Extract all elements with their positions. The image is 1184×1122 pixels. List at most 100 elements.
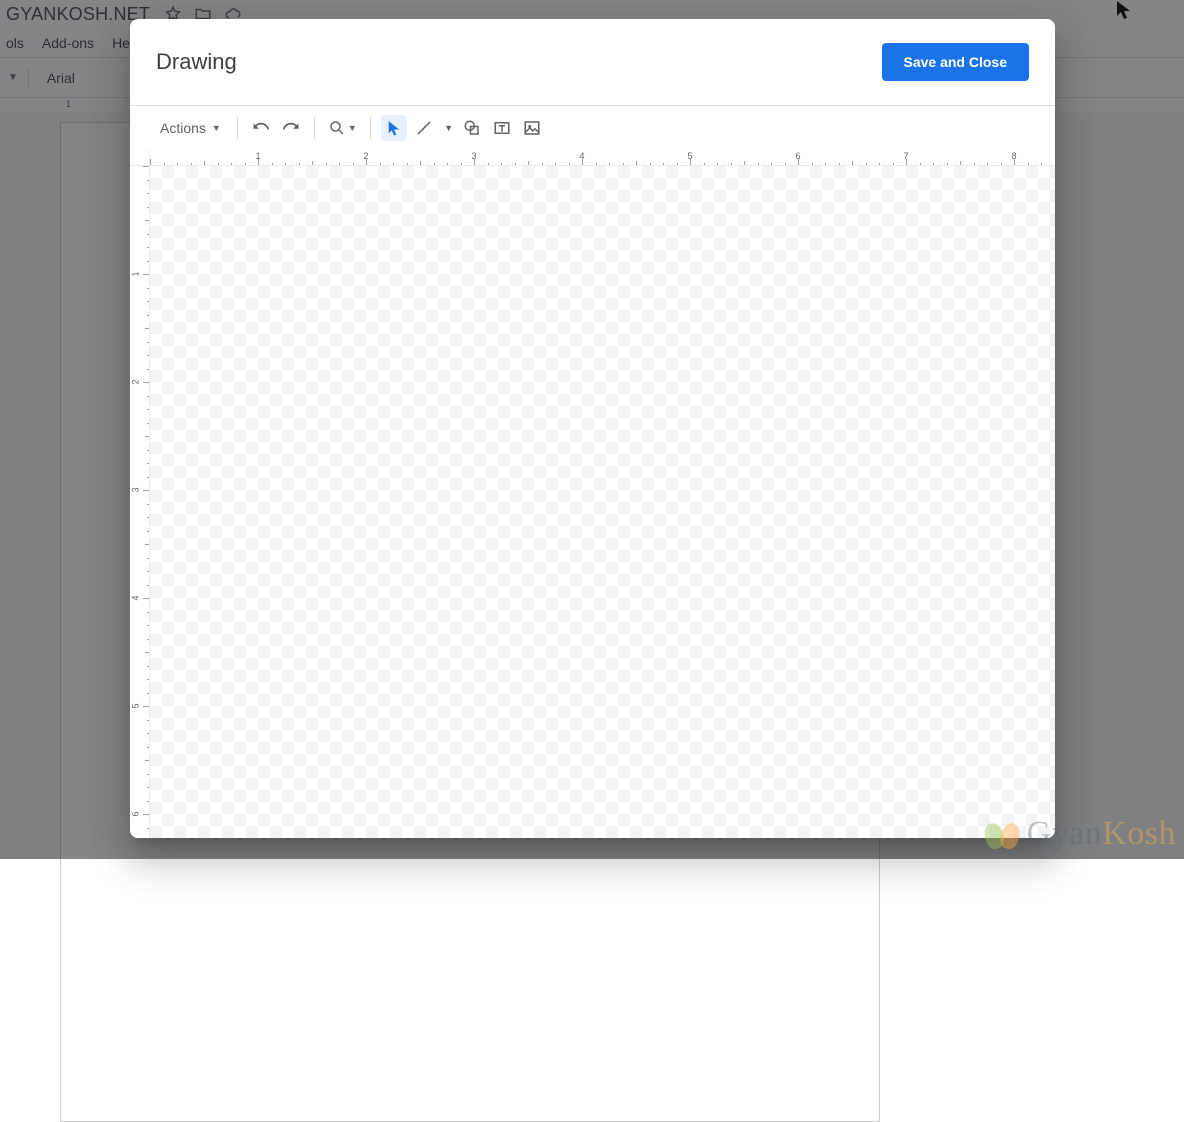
ruler-tick: [893, 163, 894, 165]
ruler-tick: [147, 774, 149, 775]
ruler-tick: [501, 163, 502, 165]
dialog-title: Drawing: [156, 49, 237, 75]
ruler-tick: [596, 163, 597, 165]
ruler-tick: [785, 163, 786, 165]
select-tool[interactable]: [381, 115, 407, 141]
ruler-tick: [147, 207, 149, 208]
ruler-tick: [272, 163, 273, 165]
ruler-tick: [147, 625, 149, 626]
redo-button[interactable]: [278, 115, 304, 141]
ruler-tick: [145, 436, 149, 437]
ruler-tick: [258, 159, 259, 165]
drawing-canvas-area: 12345678 123456: [130, 150, 1055, 838]
ruler-tick: [147, 342, 149, 343]
image-tool[interactable]: [519, 115, 545, 141]
ruler-tick: [147, 693, 149, 694]
ruler-tick: [326, 163, 327, 165]
ruler-tick: [353, 163, 354, 165]
ruler-number: 3: [131, 487, 141, 492]
ruler-tick: [690, 159, 691, 165]
ruler-tick: [143, 598, 149, 599]
ruler-number: 5: [131, 703, 141, 708]
line-tool[interactable]: [411, 115, 437, 141]
ruler-tick: [663, 163, 664, 165]
ruler-tick: [569, 163, 570, 165]
ruler-tick: [204, 161, 205, 165]
ruler-tick: [147, 517, 149, 518]
ruler-tick: [447, 163, 448, 165]
ruler-tick: [245, 163, 246, 165]
ruler-tick: [164, 163, 165, 165]
ruler-tick: [677, 163, 678, 165]
ruler-tick: [147, 679, 149, 680]
ruler-tick: [758, 163, 759, 165]
ruler-tick: [147, 720, 149, 721]
ruler-tick: [147, 409, 149, 410]
ruler-tick: [542, 163, 543, 165]
ruler-corner: [130, 150, 150, 166]
ruler-tick: [623, 163, 624, 165]
drawing-dialog: Drawing Save and Close Actions ▼ ▼: [130, 19, 1055, 838]
ruler-tick: [704, 163, 705, 165]
ruler-tick: [218, 163, 219, 165]
ruler-tick: [866, 163, 867, 165]
ruler-tick: [825, 163, 826, 165]
ruler-tick: [150, 159, 151, 165]
ruler-tick: [744, 161, 745, 165]
ruler-tick: [393, 163, 394, 165]
ruler-tick: [879, 163, 880, 165]
ruler-tick: [717, 163, 718, 165]
ruler-tick: [231, 163, 232, 165]
ruler-tick: [488, 163, 489, 165]
ruler-tick: [812, 163, 813, 165]
ruler-tick: [147, 288, 149, 289]
ruler-tick: [147, 733, 149, 734]
ruler-tick: [143, 706, 149, 707]
horizontal-ruler[interactable]: 12345678: [150, 150, 1055, 166]
ruler-tick: [731, 163, 732, 165]
ruler-tick: [650, 163, 651, 165]
actions-label: Actions: [160, 120, 206, 136]
save-and-close-button[interactable]: Save and Close: [882, 43, 1030, 81]
ruler-tick: [147, 477, 149, 478]
ruler-tick: [147, 639, 149, 640]
vertical-ruler[interactable]: 123456: [130, 166, 150, 838]
ruler-tick: [461, 163, 462, 165]
ruler-tick: [582, 159, 583, 165]
ruler-tick: [147, 801, 149, 802]
actions-menu[interactable]: Actions ▼: [154, 115, 227, 141]
textbox-tool[interactable]: [489, 115, 515, 141]
ruler-tick: [1028, 163, 1029, 165]
line-tool-dropdown[interactable]: ▼: [441, 115, 455, 141]
ruler-tick: [147, 423, 149, 424]
ruler-tick: [420, 161, 421, 165]
ruler-tick: [147, 558, 149, 559]
ruler-tick: [933, 163, 934, 165]
ruler-tick: [366, 159, 367, 165]
ruler-tick: [145, 760, 149, 761]
ruler-tick: [147, 828, 149, 829]
shape-tool[interactable]: [459, 115, 485, 141]
drawing-canvas[interactable]: [150, 166, 1055, 838]
toolbar-separator: [237, 117, 238, 139]
ruler-tick: [147, 571, 149, 572]
ruler-tick: [771, 163, 772, 165]
ruler-tick: [147, 531, 149, 532]
ruler-tick: [145, 328, 149, 329]
ruler-tick: [906, 159, 907, 165]
ruler-number: 2: [131, 379, 141, 384]
ruler-tick: [947, 163, 948, 165]
ruler-tick: [143, 166, 149, 167]
ruler-tick: [147, 193, 149, 194]
ruler-number: 4: [131, 595, 141, 600]
ruler-tick: [147, 247, 149, 248]
ruler-tick: [147, 747, 149, 748]
ruler-tick: [299, 163, 300, 165]
toolbar-separator: [370, 117, 371, 139]
ruler-tick: [143, 490, 149, 491]
undo-button[interactable]: [248, 115, 274, 141]
zoom-button[interactable]: ▼: [325, 115, 360, 141]
modal-overlay[interactable]: Drawing Save and Close Actions ▼ ▼: [0, 0, 1184, 859]
ruler-tick: [960, 161, 961, 165]
ruler-tick: [555, 163, 556, 165]
